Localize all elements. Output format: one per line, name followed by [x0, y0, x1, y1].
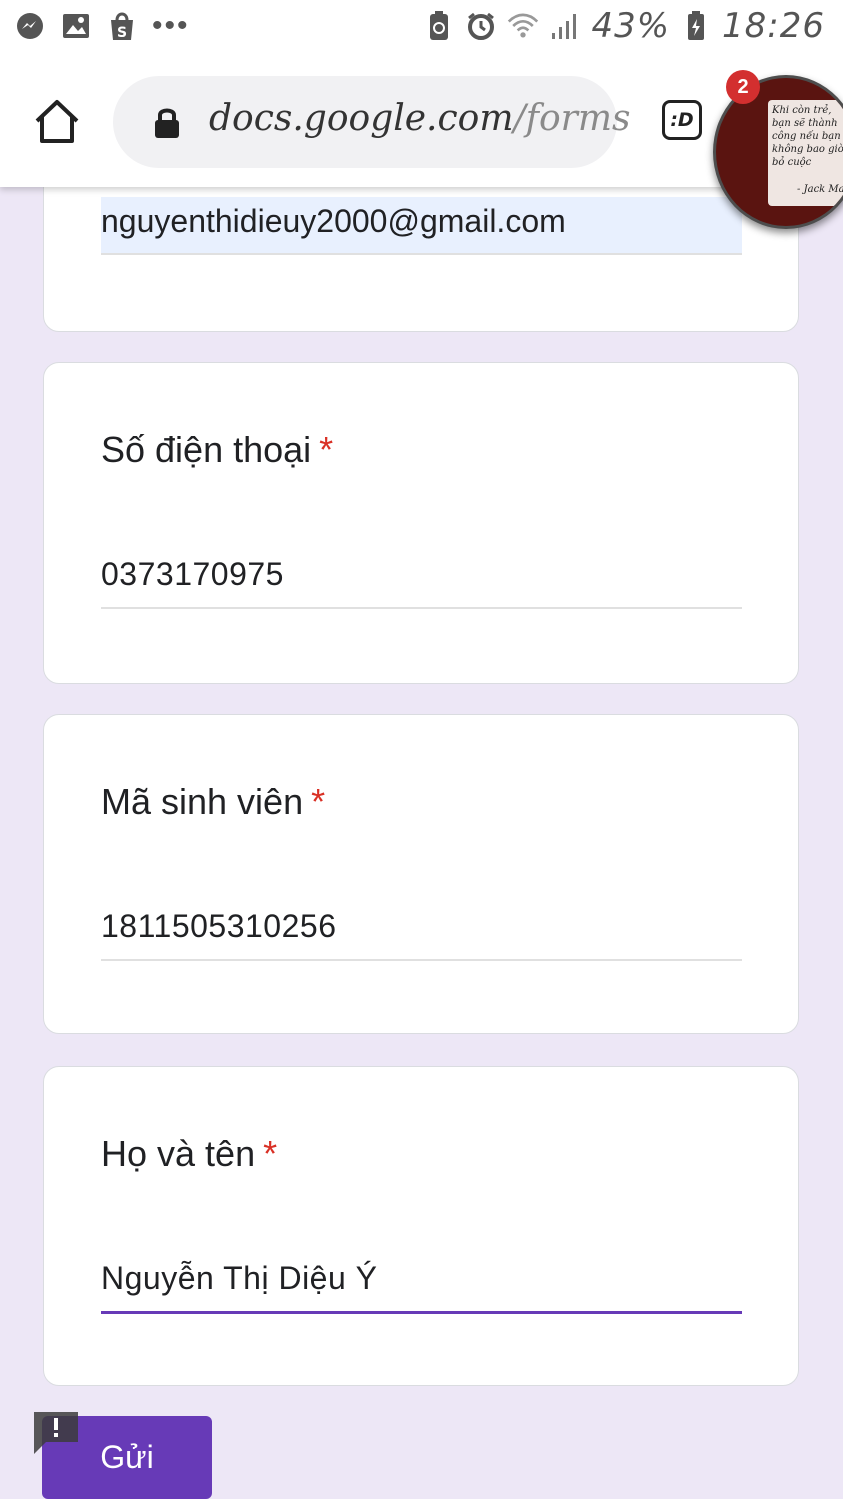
url-path: /forms	[513, 98, 631, 139]
alarm-icon	[465, 10, 497, 42]
shopee-icon: S	[106, 10, 138, 42]
quote-author: - Jack Ma-	[797, 184, 843, 195]
required-asterisk: *	[263, 1133, 278, 1174]
url-domain: docs.google.com	[209, 98, 514, 139]
notification-icons: S •••	[14, 10, 190, 42]
messenger-icon	[14, 10, 46, 42]
question-label: Mã sinh viên	[101, 781, 304, 822]
required-asterisk: *	[311, 781, 326, 822]
clock: 18:26	[722, 6, 825, 46]
question-title: Mã sinh viên *	[101, 781, 325, 823]
status-bar: S ••• 43% 18:26	[0, 0, 843, 60]
quote-text: Khi còn trẻ, bạn sẽ thành công nếu bạn k…	[772, 105, 843, 168]
signal-icon	[549, 10, 581, 42]
question-card-phone: Số điện thoại * 0373170975	[43, 362, 799, 684]
address-bar[interactable]: docs.google.com/forms	[113, 76, 630, 168]
home-icon[interactable]	[32, 97, 82, 147]
battery-saver-icon	[423, 10, 455, 42]
feedback-icon[interactable]	[32, 1410, 80, 1456]
system-icons: 43% 18:26	[423, 6, 825, 46]
question-label: Họ và tên	[101, 1133, 256, 1174]
phone-input[interactable]: 0373170975	[101, 556, 742, 609]
battery-icon	[680, 10, 712, 42]
question-label: Số điện thoại	[101, 429, 312, 470]
email-field[interactable]: nguyenthidieuy2000@gmail.com	[101, 197, 742, 255]
student-id-input[interactable]: 1811505310256	[101, 908, 742, 961]
question-title: Số điện thoại *	[101, 429, 333, 471]
required-asterisk: *	[319, 429, 334, 470]
svg-text:S: S	[117, 25, 127, 41]
quote-image: Khi còn trẻ, bạn sẽ thành công nếu bạn k…	[768, 100, 843, 206]
question-card-full-name: Họ và tên * Nguyễn Thị Diệu Ý	[43, 1066, 799, 1386]
tab-switcher-button[interactable]: :D	[662, 100, 702, 140]
lock-icon[interactable]	[153, 106, 181, 140]
bubble-badge: 2	[726, 70, 760, 104]
more-notifications-icon: •••	[152, 9, 190, 42]
gallery-icon	[60, 10, 92, 42]
url-text[interactable]: docs.google.com/forms	[209, 98, 630, 139]
full-name-input[interactable]: Nguyễn Thị Diệu Ý	[101, 1260, 742, 1314]
wifi-icon	[507, 10, 539, 42]
question-card-student-id: Mã sinh viên * 1811505310256	[43, 714, 799, 1034]
question-title: Họ và tên *	[101, 1133, 277, 1175]
battery-percent: 43%	[591, 6, 671, 46]
